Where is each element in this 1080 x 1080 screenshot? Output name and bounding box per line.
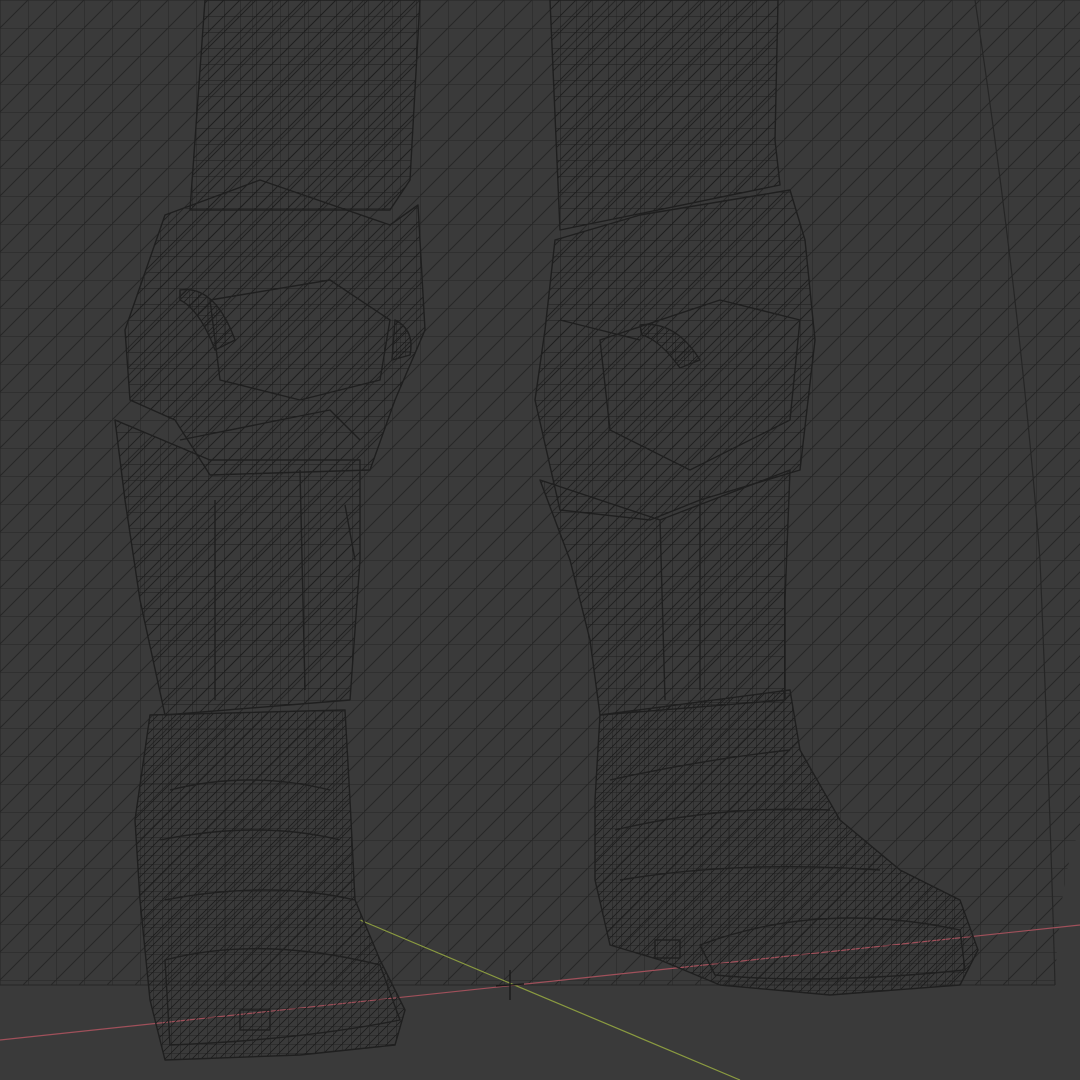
3d-viewport[interactable]: [0, 0, 1080, 1080]
wireframe-scene[interactable]: [0, 0, 1080, 1080]
left-thigh-mesh: [189, 0, 421, 211]
